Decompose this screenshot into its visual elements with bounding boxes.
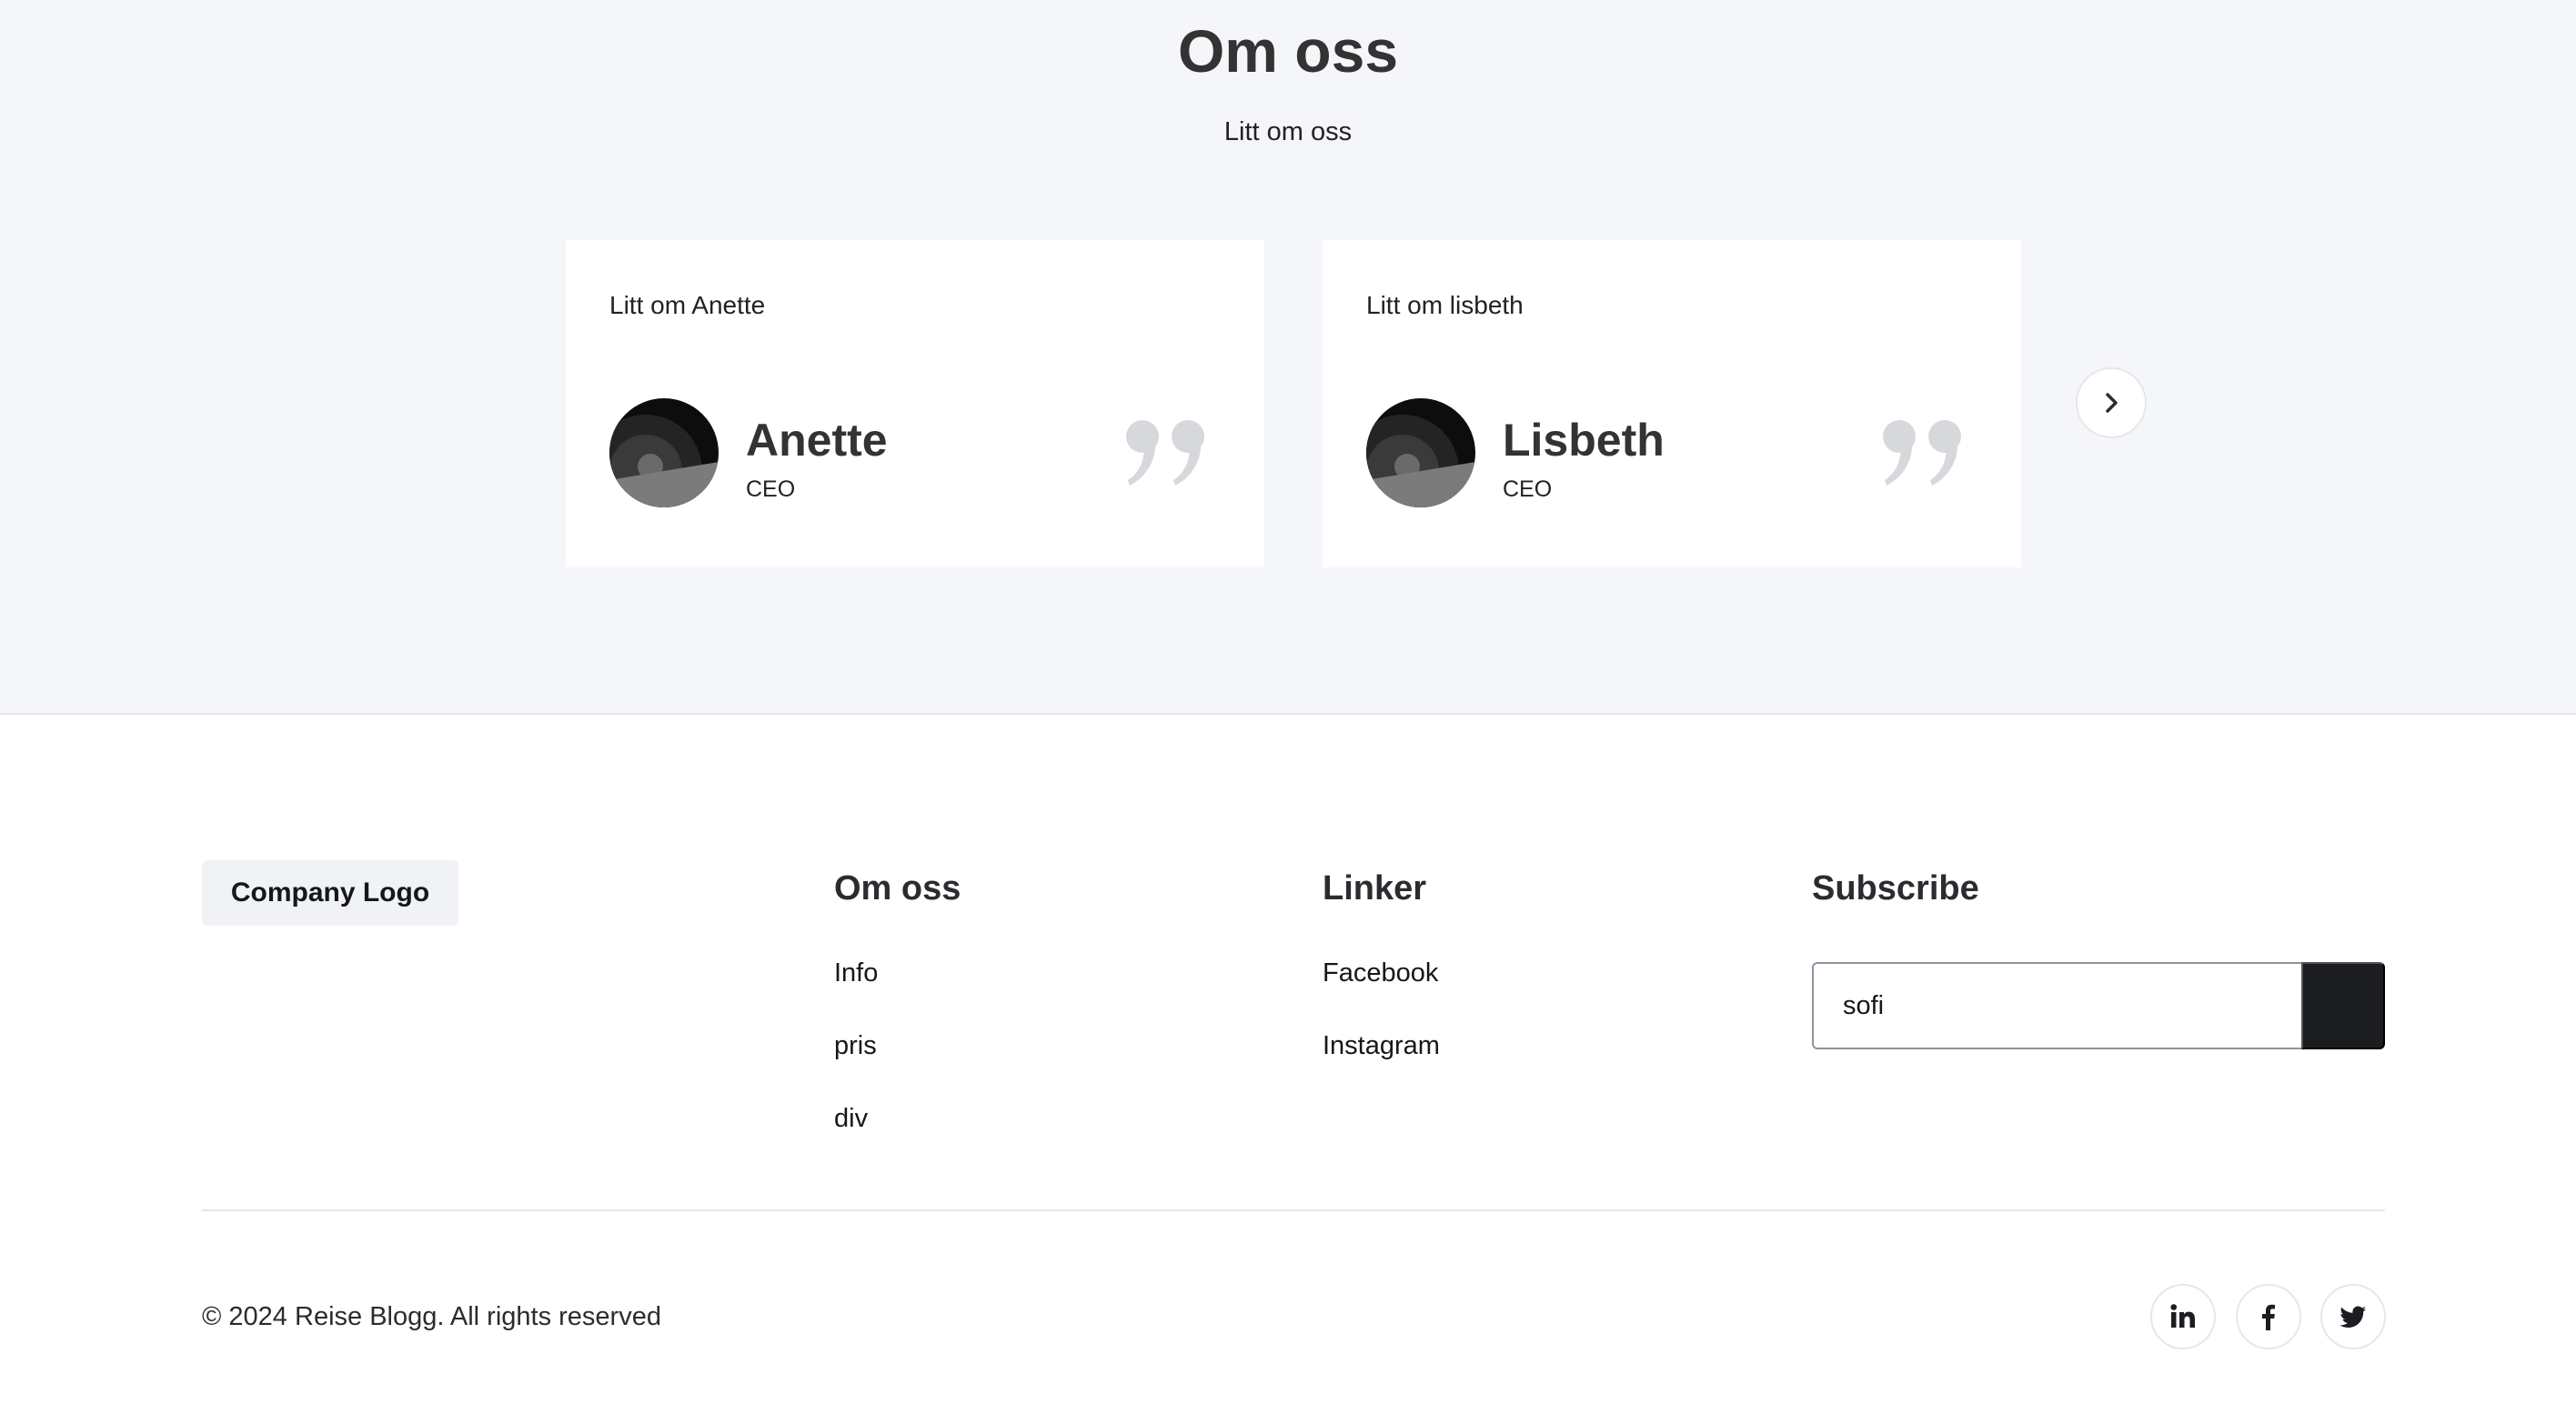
twitter-button[interactable] [2320, 1284, 2386, 1349]
person-name: Anette [746, 415, 888, 466]
person-name: Lisbeth [1503, 415, 1665, 466]
testimonial-card: Litt om Anette Anette CEO [566, 240, 1264, 567]
footer-link-info[interactable]: Info [834, 957, 878, 989]
company-logo[interactable]: Company Logo [202, 860, 458, 926]
quote-icon [1883, 420, 1961, 486]
twitter-icon [2340, 1306, 2366, 1328]
person-role: CEO [1503, 476, 1553, 502]
section-subtitle: Litt om oss [1223, 117, 1353, 146]
footer-link-facebook[interactable]: Facebook [1323, 957, 1438, 989]
person-role: CEO [746, 476, 796, 502]
footer-divider [202, 1209, 2385, 1211]
linkedin-button[interactable] [2150, 1284, 2216, 1349]
subscribe-button[interactable] [2301, 962, 2385, 1049]
footer-column-title: Om oss [834, 869, 961, 908]
card-text: Litt om lisbeth [1366, 291, 1524, 319]
subscribe-email-input[interactable] [1812, 962, 2301, 1049]
next-slide-button[interactable] [2076, 367, 2147, 438]
avatar [609, 398, 719, 507]
subscribe-title: Subscribe [1812, 869, 1979, 908]
avatar [1366, 398, 1475, 507]
testimonial-card: Litt om lisbeth Lisbeth CEO [1323, 240, 2021, 567]
quote-icon [1126, 420, 1204, 486]
section-title: Om oss [1177, 17, 1399, 85]
copyright-text: © 2024 Reise Blogg. All rights reserved [202, 1302, 661, 1331]
linkedin-icon [2170, 1304, 2195, 1328]
facebook-button[interactable] [2236, 1284, 2301, 1349]
facebook-icon [2261, 1304, 2275, 1330]
chevron-right-icon [2106, 393, 2118, 413]
footer-link-div[interactable]: div [834, 1102, 868, 1135]
card-text: Litt om Anette [609, 291, 766, 319]
footer-column-title: Linker [1323, 869, 1427, 908]
footer-link-pris[interactable]: pris [834, 1029, 877, 1062]
footer-link-instagram[interactable]: Instagram [1323, 1029, 1440, 1062]
about-section: Om oss Litt om oss Litt om Anette Anette… [0, 0, 2576, 715]
